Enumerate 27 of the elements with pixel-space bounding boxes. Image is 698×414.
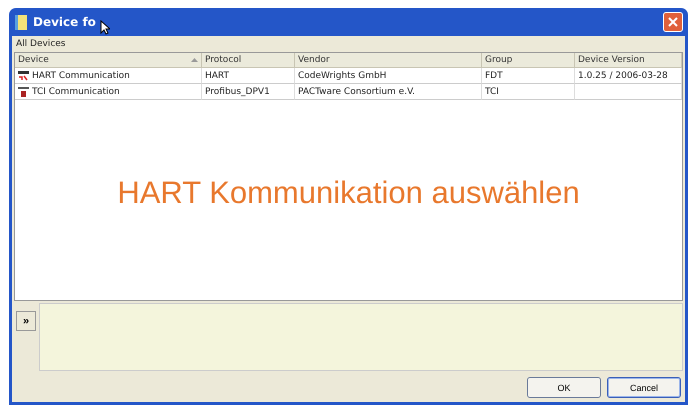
device-icon (18, 70, 29, 80)
window-title: Device fo (33, 15, 96, 29)
column-header[interactable]: Protocol (202, 53, 295, 68)
expand-button[interactable]: » (16, 311, 36, 331)
dialog-button[interactable]: Cancel (607, 377, 681, 398)
cell-text: 1.0.25 / 2006-03-28 (578, 70, 668, 80)
annotation-text: HART Kommunikation auswählen (116, 175, 581, 211)
device-icon (18, 86, 29, 96)
mouse-pointer-icon (100, 20, 110, 34)
cell-text: Profibus_DPV1 (205, 86, 270, 96)
cell-text: FDT (485, 70, 503, 80)
column-header[interactable]: Group (482, 53, 575, 68)
cell-text: HART (205, 70, 230, 80)
close-icon (668, 17, 678, 27)
cell-text: CodeWrights GmbH (298, 70, 386, 80)
window-icon (15, 14, 27, 30)
close-button[interactable] (663, 12, 683, 32)
cell-text: TCI Communication (32, 86, 120, 96)
column-header[interactable]: Device Version (575, 53, 682, 68)
cell-text: TCI (485, 86, 499, 96)
column-header[interactable]: Vendor (295, 53, 482, 68)
panel-title: All Devices (16, 39, 66, 49)
cell-text: PACTware Consortium e.V. (298, 86, 415, 96)
cell-text: HART Communication (32, 70, 130, 80)
sort-icon (191, 58, 198, 62)
dialog-button[interactable]: OK (527, 377, 601, 398)
column-header[interactable]: Device (15, 53, 202, 68)
